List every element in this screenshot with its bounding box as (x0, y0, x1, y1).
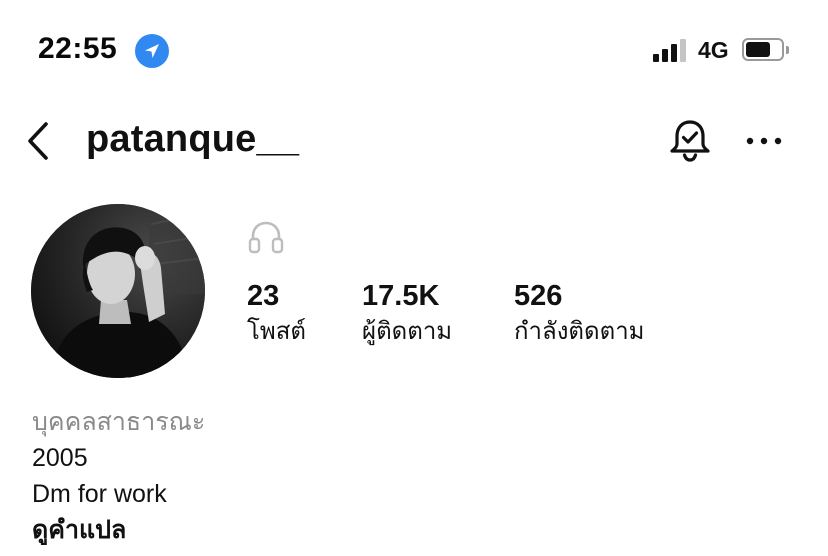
status-bar: 22:55 4G (0, 0, 828, 100)
profile-photo (31, 204, 205, 378)
more-options-button[interactable] (744, 124, 784, 158)
notification-bell-button[interactable] (666, 116, 714, 166)
stat-count: 17.5K (362, 280, 440, 312)
notification-bell-check-icon (670, 120, 710, 162)
location-arrow-icon (135, 34, 169, 68)
see-translation-link[interactable]: ดูคำแปล (32, 512, 205, 548)
headphones-icon[interactable] (247, 219, 285, 257)
stat-label: โพสต์ (247, 318, 306, 345)
network-type-label: 4G (698, 37, 729, 63)
status-time: 22:55 (38, 32, 118, 65)
ellipsis-icon (746, 137, 782, 145)
profile-username: patanque__ (86, 118, 300, 160)
stat-posts[interactable]: 23 โพสต์ (247, 278, 306, 350)
chevron-left-icon (28, 122, 48, 160)
bio-line: 2005 (32, 444, 88, 472)
stat-followers[interactable]: 17.5K ผู้ติดตาม (362, 278, 452, 350)
stat-count: 526 (514, 280, 563, 312)
cellular-signal-icon (653, 38, 691, 62)
stat-label: ผู้ติดตาม (362, 318, 453, 345)
stat-count: 23 (247, 280, 280, 312)
battery-icon (742, 38, 789, 61)
bio-category: บุคคลสาธารณะ (32, 408, 206, 436)
back-button[interactable] (22, 118, 62, 164)
profile-bio: บุคคลสาธารณะ 2005 Dm for work ดูคำแปล (32, 404, 205, 548)
stat-label: กำลังติดตาม (514, 318, 645, 345)
stat-following[interactable]: 526 กำลังติดตาม (514, 278, 645, 350)
profile-avatar[interactable] (31, 204, 205, 378)
bio-line: Dm for work (32, 480, 167, 508)
